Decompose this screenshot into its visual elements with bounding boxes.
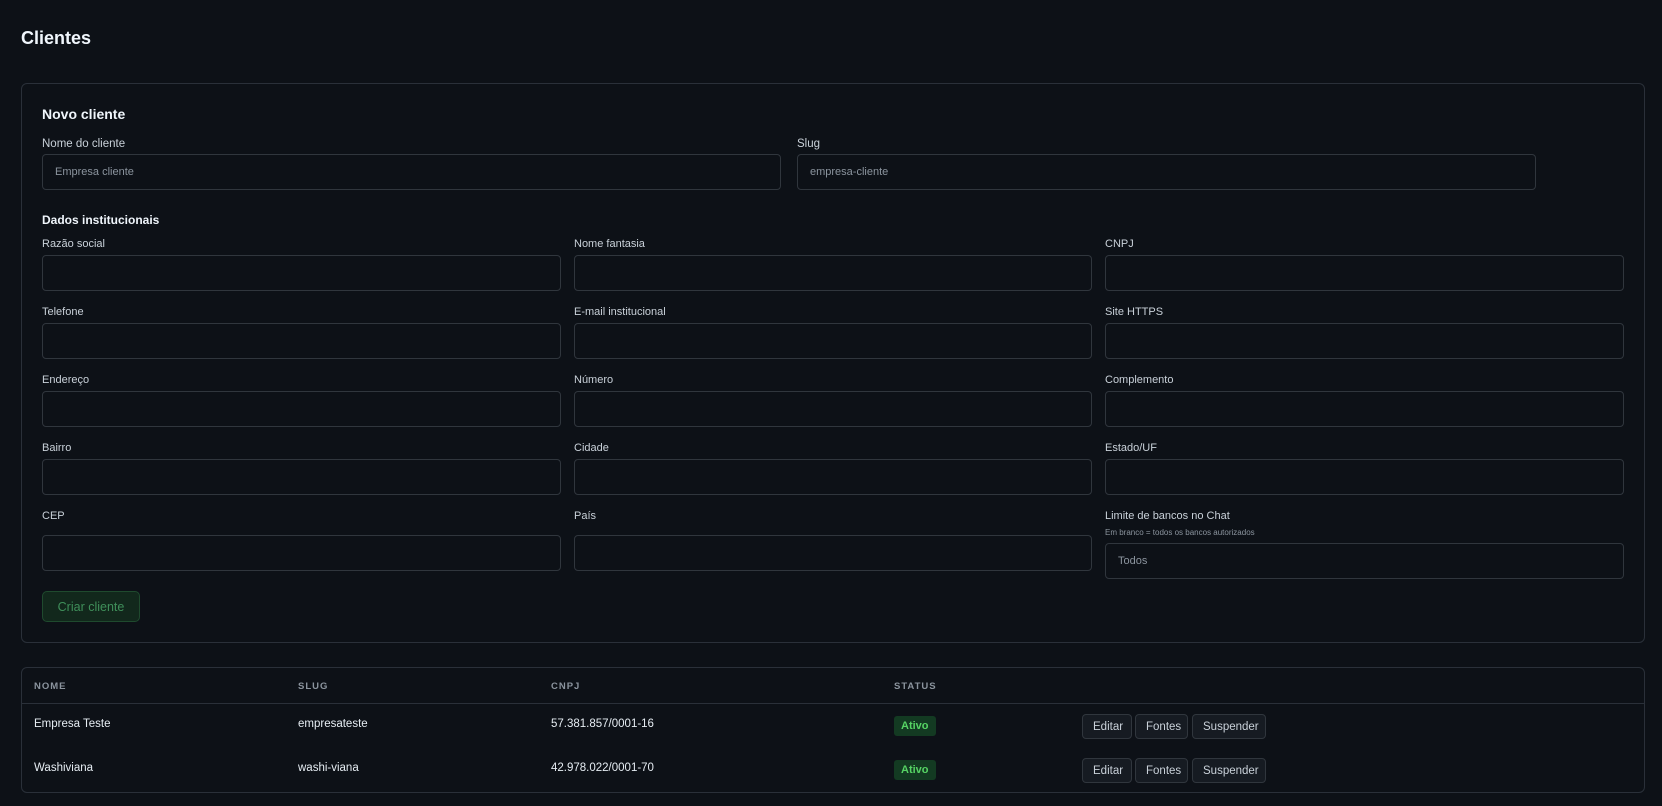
cell-nome: Empresa Teste — [34, 718, 111, 730]
complemento-input[interactable] — [1105, 391, 1624, 427]
header-slug: SLUG — [298, 681, 329, 692]
site-input[interactable] — [1105, 323, 1624, 359]
header-status: STATUS — [894, 681, 937, 692]
numero-label: Número — [574, 374, 614, 386]
client-name-input[interactable] — [42, 154, 781, 190]
cell-nome: Washiviana — [34, 762, 94, 774]
nome-fantasia-label: Nome fantasia — [574, 238, 645, 250]
complemento-label: Complemento — [1105, 374, 1174, 386]
new-client-form: Novo cliente Nome do cliente Slug Dados … — [21, 83, 1645, 643]
cell-slug: empresateste — [298, 718, 368, 730]
razao-social-input[interactable] — [42, 255, 561, 291]
pais-label: País — [574, 510, 597, 522]
edit-button[interactable]: Editar — [1082, 714, 1132, 739]
telefone-label: Telefone — [42, 306, 84, 318]
limite-hint: Em branco = todos os bancos autorizados — [1105, 528, 1255, 537]
telefone-input[interactable] — [42, 323, 561, 359]
clients-page: Clientes Novo cliente Nome do cliente Sl… — [0, 0, 1662, 806]
cnpj-label: CNPJ — [1105, 238, 1134, 250]
numero-input[interactable] — [574, 391, 1092, 427]
table-row: Empresa Teste empresateste 57.381.857/00… — [22, 704, 1644, 748]
status-badge: Ativo — [894, 716, 936, 736]
site-label: Site HTTPS — [1105, 306, 1164, 318]
clients-table: NOME SLUG CNPJ STATUS Empresa Teste empr… — [21, 667, 1645, 793]
sources-button[interactable]: Fontes — [1135, 758, 1188, 783]
create-client-button[interactable]: Criar cliente — [42, 591, 140, 622]
suspend-button[interactable]: Suspender — [1192, 714, 1266, 739]
cell-slug: washi-viana — [298, 762, 359, 774]
estado-input[interactable] — [1105, 459, 1624, 495]
page-title: Clientes — [21, 28, 92, 48]
cell-cnpj: 42.978.022/0001-70 — [551, 762, 654, 774]
limite-input[interactable] — [1105, 543, 1624, 579]
razao-social-label: Razão social — [42, 238, 105, 250]
limite-label: Limite de bancos no Chat — [1105, 510, 1230, 522]
endereco-label: Endereço — [42, 374, 90, 386]
sources-button[interactable]: Fontes — [1135, 714, 1188, 739]
cnpj-input[interactable] — [1105, 255, 1624, 291]
bairro-input[interactable] — [42, 459, 561, 495]
header-cnpj: CNPJ — [551, 681, 581, 692]
slug-input[interactable] — [797, 154, 1536, 190]
nome-fantasia-input[interactable] — [574, 255, 1092, 291]
cidade-input[interactable] — [574, 459, 1092, 495]
edit-button[interactable]: Editar — [1082, 758, 1132, 783]
suspend-button[interactable]: Suspender — [1192, 758, 1266, 783]
status-badge: Ativo — [894, 760, 936, 780]
form-title: Novo cliente — [42, 106, 126, 122]
header-nome: NOME — [34, 681, 67, 692]
client-name-label: Nome do cliente — [42, 138, 126, 150]
estado-label: Estado/UF — [1105, 442, 1157, 454]
cep-label: CEP — [42, 510, 65, 522]
table-row: Washiviana washi-viana 42.978.022/0001-7… — [22, 748, 1644, 792]
cell-cnpj: 57.381.857/0001-16 — [551, 718, 654, 730]
email-label: E-mail institucional — [574, 306, 666, 318]
endereco-input[interactable] — [42, 391, 561, 427]
slug-label: Slug — [797, 138, 821, 150]
bairro-label: Bairro — [42, 442, 72, 454]
email-input[interactable] — [574, 323, 1092, 359]
cidade-label: Cidade — [574, 442, 609, 454]
institutional-section-title: Dados institucionais — [42, 213, 160, 227]
pais-input[interactable] — [574, 535, 1092, 571]
cep-input[interactable] — [42, 535, 561, 571]
